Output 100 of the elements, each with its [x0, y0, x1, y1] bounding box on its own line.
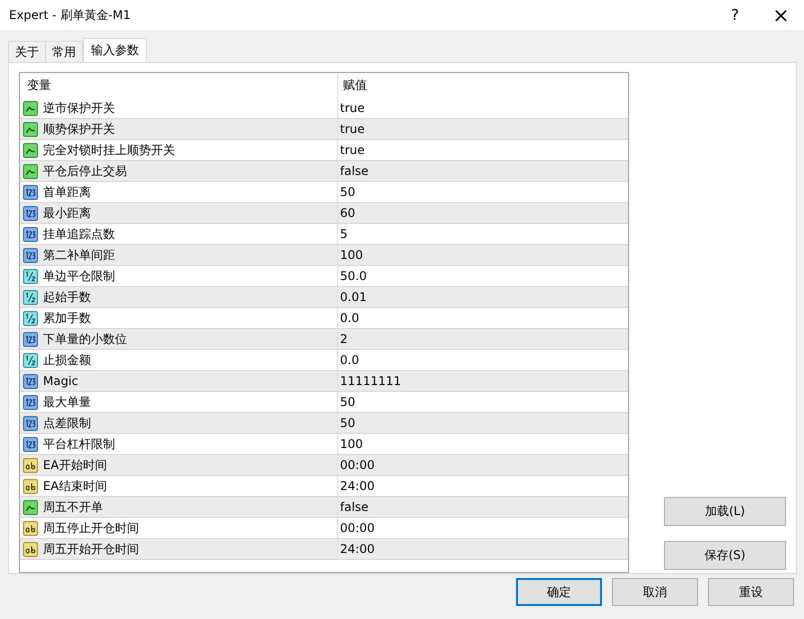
parameter-value: 2 [340, 332, 348, 346]
integer-type-icon [23, 436, 38, 452]
text-type-icon [23, 458, 38, 472]
parameter-value: 50 [340, 395, 356, 409]
parameter-name: 顺势保护开关 [43, 120, 115, 138]
parameter-value: 11111111 [340, 374, 402, 388]
table-row[interactable]: 最小距离 60 [20, 203, 628, 224]
table-row[interactable]: 首单距离 50 [20, 182, 628, 203]
table-row[interactable]: 起始手数 0.01 [20, 287, 628, 308]
parameter-name: 止损金额 [43, 352, 91, 368]
table-row[interactable]: 平仓后停止交易 false [20, 161, 628, 182]
parameter-name: 最大单量 [43, 394, 91, 410]
tab[interactable]: 关于 [8, 41, 46, 62]
parameter-name: 挂单追踪点数 [43, 226, 115, 242]
parameter-value: 0.0 [340, 353, 360, 367]
integer-type-icon [23, 332, 38, 346]
parameter-value: 24:00 [340, 542, 375, 556]
table-row[interactable]: 挂单追踪点数 5 [20, 224, 628, 245]
parameter-name: 平台杠杆限制 [43, 436, 115, 452]
parameter-name: 周五不开单 [43, 498, 103, 516]
parameter-name: 下单量的小数位 [43, 330, 127, 348]
parameter-name: 周五停止开仓时间 [43, 520, 139, 536]
parameter-value: 50 [340, 185, 356, 199]
parameter-value: 50 [340, 416, 356, 430]
table-row[interactable]: EA结束时间 24:00 [20, 476, 628, 497]
boolean-type-icon [23, 100, 38, 116]
table-row[interactable]: 周五不开单 false [20, 497, 628, 518]
parameter-name: 累加手数 [43, 310, 91, 326]
table-row[interactable]: 第二补单间距 100 [20, 245, 628, 266]
parameter-name: Magic [43, 374, 78, 388]
parameter-value: 50.0 [340, 269, 367, 283]
parameter-value: 24:00 [340, 479, 375, 493]
boolean-type-icon [23, 122, 38, 136]
close-button[interactable]: × [758, 0, 804, 30]
parameter-value: false [340, 500, 369, 514]
table-row[interactable]: 平台杠杆限制 100 [20, 434, 628, 455]
parameter-value: false [340, 164, 369, 178]
integer-type-icon [23, 248, 38, 262]
parameter-name: 单边平仓限制 [43, 268, 115, 284]
integer-type-icon [23, 394, 38, 410]
parameter-name: 最小距离 [43, 204, 91, 222]
table-row[interactable]: 逆市保护开关 true [20, 98, 628, 119]
table-row[interactable]: 周五停止开仓时间 00:00 [20, 518, 628, 539]
boolean-type-icon [23, 164, 38, 178]
table-row[interactable]: 周五开始开仓时间 24:00 [20, 539, 628, 560]
dialog-button[interactable]: 加载(L) [664, 497, 786, 526]
text-type-icon [23, 520, 38, 536]
integer-type-icon [23, 374, 38, 388]
text-type-icon [23, 542, 38, 556]
integer-type-icon [23, 206, 38, 220]
boolean-type-icon [23, 142, 38, 158]
table-row[interactable]: 点差限制 50 [20, 413, 628, 434]
table-row[interactable]: 止损金额 0.0 [20, 350, 628, 371]
parameter-value: true [340, 101, 365, 115]
table-row[interactable]: 单边平仓限制 50.0 [20, 266, 628, 287]
parameter-name: 第二补单间距 [43, 246, 115, 264]
parameter-value: 5 [340, 227, 348, 241]
fraction-type-icon [23, 268, 38, 284]
table-row[interactable]: EA开始时间 00:00 [20, 455, 628, 476]
column-header[interactable]: 赋值 [338, 73, 628, 98]
fraction-type-icon [23, 310, 38, 326]
parameter-name: 平仓后停止交易 [43, 162, 127, 180]
parameter-name: EA结束时间 [43, 478, 107, 494]
parameter-name: 点差限制 [43, 414, 91, 432]
boolean-type-icon [23, 500, 38, 514]
dialog-button[interactable]: 重设 [708, 578, 794, 606]
parameter-name: 逆市保护开关 [43, 100, 115, 116]
help-button[interactable]: ? [712, 0, 758, 30]
parameter-value: 100 [340, 248, 363, 262]
dialog-button[interactable]: 确定 [516, 578, 602, 606]
integer-type-icon [23, 416, 38, 430]
parameter-value: 00:00 [340, 458, 375, 472]
text-type-icon [23, 478, 38, 494]
fraction-type-icon [23, 290, 38, 304]
parameter-value: 00:00 [340, 521, 375, 535]
table-row[interactable]: 下单量的小数位 2 [20, 329, 628, 350]
parameter-value: 0.01 [340, 290, 367, 304]
table-row[interactable]: 顺势保护开关 true [20, 119, 628, 140]
parameter-name: 起始手数 [43, 288, 91, 306]
parameter-value: true [340, 122, 365, 136]
tab[interactable]: 输入参数 [83, 38, 147, 62]
parameter-value: 60 [340, 206, 356, 220]
parameter-name: 首单距离 [43, 184, 91, 200]
parameter-name: 周五开始开仓时间 [43, 540, 139, 558]
parameter-value: true [340, 143, 365, 157]
parameter-name: 完全对锁时挂上顺势开关 [43, 142, 175, 158]
parameter-name: EA开始时间 [43, 456, 107, 474]
table-row[interactable]: Magic 11111111 [20, 371, 628, 392]
dialog-button[interactable]: 取消 [612, 578, 698, 606]
table-row[interactable]: 完全对锁时挂上顺势开关 true [20, 140, 628, 161]
fraction-type-icon [23, 352, 38, 368]
table-row[interactable]: 最大单量 50 [20, 392, 628, 413]
table-row[interactable]: 累加手数 0.0 [20, 308, 628, 329]
parameter-value: 0.0 [340, 311, 360, 325]
parameter-value: 100 [340, 437, 363, 451]
window-title: Expert - 刷单黃金-M1 [8, 6, 132, 24]
integer-type-icon [23, 226, 38, 242]
tab[interactable]: 常用 [45, 41, 83, 62]
dialog-button[interactable]: 保存(S) [664, 541, 786, 570]
integer-type-icon [23, 184, 38, 200]
